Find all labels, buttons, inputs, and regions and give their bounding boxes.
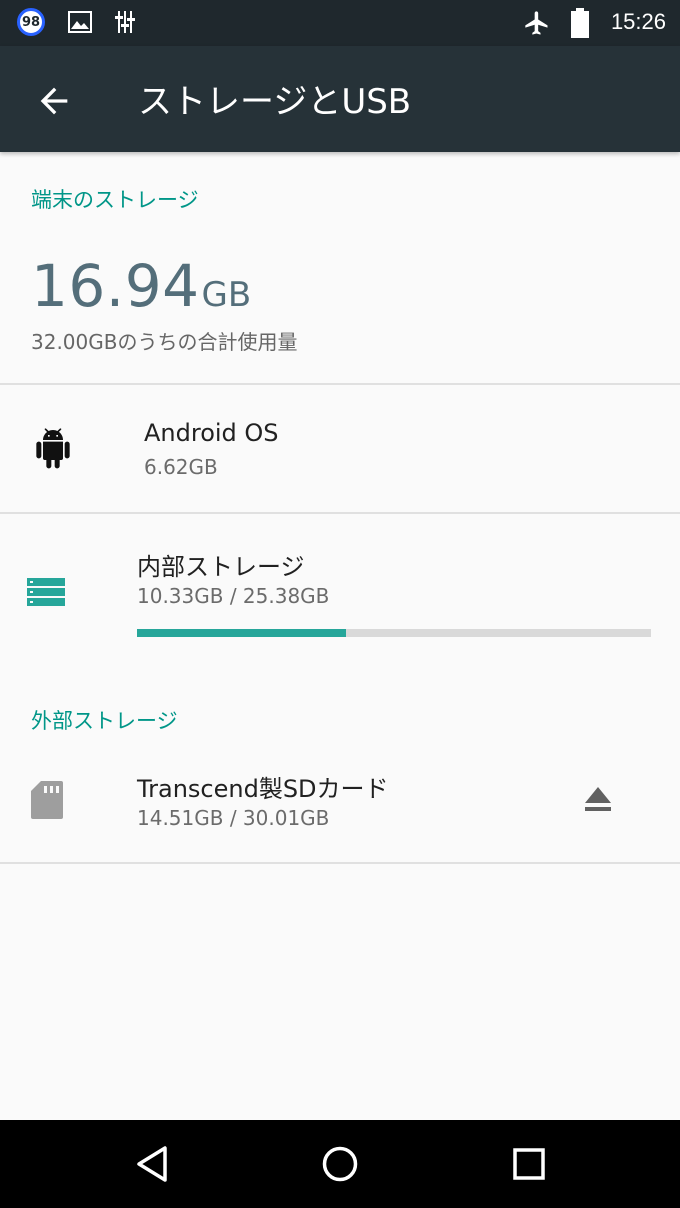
clock: 15:26 bbox=[610, 9, 666, 34]
notification-badge-icon: 98 bbox=[17, 8, 45, 36]
sd-card-size: 14.51GB / 30.01GB bbox=[137, 806, 330, 830]
recents-square-icon[interactable] bbox=[509, 1144, 549, 1184]
divider bbox=[0, 862, 680, 864]
sd-card-icon bbox=[31, 781, 63, 819]
total-used-summary: 32.00GBのうちの合計使用量 bbox=[31, 330, 298, 354]
page-title: ストレージとUSB bbox=[138, 82, 412, 122]
internal-storage-progress-fill bbox=[137, 629, 347, 637]
list-item-sd-card[interactable]: Transcend製SDカード 14.51GB / 30.01GB bbox=[0, 745, 680, 862]
back-triangle-icon[interactable] bbox=[133, 1144, 173, 1184]
list-item-android-os[interactable]: Android OS 6.62GB bbox=[0, 385, 680, 512]
battery-icon bbox=[571, 8, 589, 38]
list-item-internal-storage[interactable]: 内部ストレージ 10.33GB / 25.38GB bbox=[0, 514, 680, 664]
internal-storage-size: 10.33GB / 25.38GB bbox=[137, 584, 330, 608]
internal-storage-title: 内部ストレージ bbox=[137, 553, 305, 581]
arrow-back-icon[interactable] bbox=[34, 81, 74, 121]
eject-icon[interactable] bbox=[580, 785, 616, 815]
android-os-title: Android OS bbox=[144, 419, 279, 447]
android-os-size: 6.62GB bbox=[144, 455, 218, 479]
status-bar: 98 15:26 bbox=[0, 0, 680, 46]
storage-icon bbox=[27, 578, 65, 606]
app-toolbar: ストレージとUSB bbox=[0, 46, 680, 152]
external-storage-header: 外部ストレージ bbox=[31, 709, 178, 733]
total-used-unit: GB bbox=[201, 275, 252, 315]
total-used-value: 16.94 bbox=[31, 252, 200, 320]
internal-storage-progress bbox=[137, 629, 651, 637]
android-icon bbox=[36, 428, 70, 469]
airplane-mode-icon bbox=[525, 11, 548, 35]
device-storage-header: 端末のストレージ bbox=[31, 188, 199, 212]
total-used: 16.94GB bbox=[31, 252, 251, 320]
home-circle-icon[interactable] bbox=[320, 1144, 360, 1184]
equalizer-icon bbox=[115, 11, 135, 33]
sd-card-title: Transcend製SDカード bbox=[137, 775, 389, 803]
image-icon bbox=[68, 11, 92, 33]
navigation-bar bbox=[0, 1120, 680, 1208]
